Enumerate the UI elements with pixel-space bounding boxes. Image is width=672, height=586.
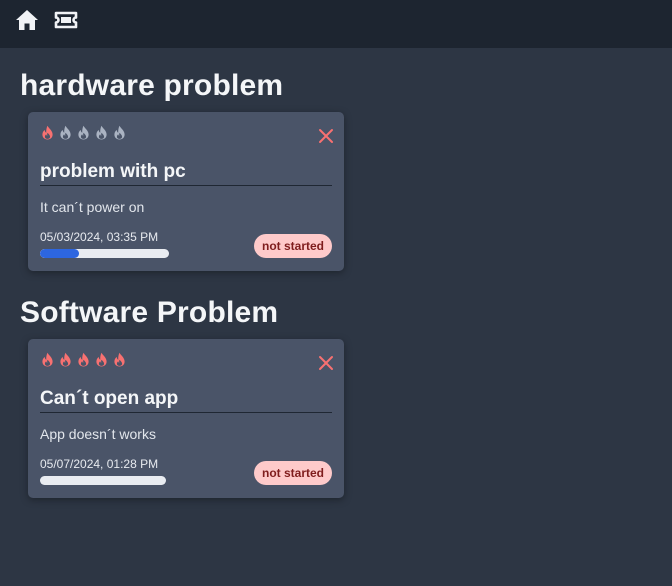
- flame-icon: [78, 352, 89, 367]
- priority-rating: [40, 125, 127, 140]
- ticket-date: 05/03/2024, 03:35 PM: [40, 230, 159, 244]
- flame-icon: [96, 352, 107, 367]
- flame-icon: [78, 125, 89, 140]
- group-title: hardware problem: [20, 69, 284, 102]
- home-button[interactable]: [14, 8, 40, 32]
- progress-fill: [40, 249, 79, 258]
- progress-bar: [40, 476, 166, 485]
- status-badge: not started: [253, 234, 332, 258]
- status-badge: not started: [253, 461, 332, 485]
- tickets-button[interactable]: [53, 8, 79, 32]
- ticket-description: It can´t power on: [40, 199, 145, 215]
- top-nav-bar: [0, 0, 672, 48]
- group-title: Software Problem: [20, 296, 279, 329]
- close-icon[interactable]: [318, 128, 334, 144]
- ticket-description: App doesn´t works: [40, 426, 156, 442]
- ticket-title: Can´t open app: [40, 388, 332, 413]
- ticket-card[interactable]: Can´t open app App doesn´t works 05/07/2…: [28, 339, 344, 498]
- home-icon: [16, 10, 38, 30]
- ticket-title: problem with pc: [40, 161, 332, 186]
- flame-icon: [42, 125, 53, 140]
- flame-icon: [60, 352, 71, 367]
- ticket-card[interactable]: problem with pc It can´t power on 05/03/…: [28, 112, 344, 271]
- ticket-icon: [54, 11, 78, 29]
- priority-rating: [40, 352, 127, 367]
- flame-icon: [96, 125, 107, 140]
- ticket-date: 05/07/2024, 01:28 PM: [40, 457, 159, 471]
- flame-icon: [60, 125, 71, 140]
- flame-icon: [114, 352, 125, 367]
- flame-icon: [42, 352, 53, 367]
- close-icon[interactable]: [318, 355, 334, 371]
- flame-icon: [114, 125, 125, 140]
- progress-bar: [40, 249, 169, 258]
